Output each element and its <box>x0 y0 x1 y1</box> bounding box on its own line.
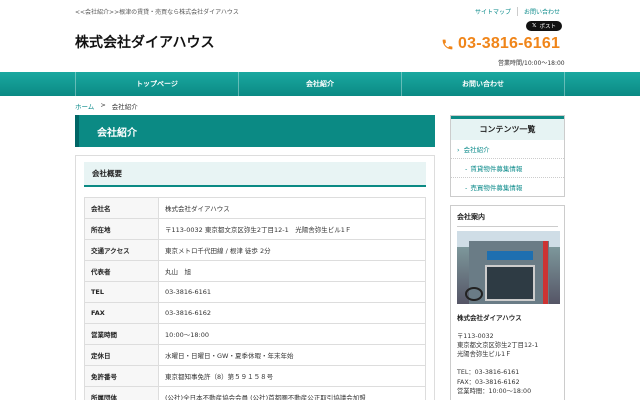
business-hours: 営業時間/10:00〜18:00 <box>498 60 565 67</box>
info-line: 〒113-0032 <box>457 333 494 340</box>
company-guide-title: 会社案内 <box>457 212 558 227</box>
table-row: 会社名 株式会社ダイアハウス <box>84 197 426 219</box>
storefront-photo <box>457 231 560 304</box>
row-label: 免許番号 <box>84 365 159 387</box>
table-row: 所属団体 (公社)全日本不動産協会会員 (公社)首都圏不動産公正取引協議会加盟 <box>84 386 426 400</box>
row-value: 10:00〜18:00 <box>158 323 426 345</box>
table-row: 定休日 水曜日・日曜日・GW・夏季休暇・年末年始 <box>84 344 426 366</box>
row-value: 株式会社ダイアハウス <box>158 197 426 219</box>
row-value: (公社)全日本不動産協会会員 (公社)首都圏不動産公正取引協議会加盟 <box>158 386 426 400</box>
row-label: 定休日 <box>84 344 159 366</box>
side-company-info: 〒113-0032 東京都文京区弥生2丁目12-1 光陽舎弥生ビル1Ｆ TEL：03-… <box>457 332 558 396</box>
row-label: 交通アクセス <box>84 239 159 261</box>
global-nav: トップページ 会社紹介 お問い合わせ <box>0 72 640 96</box>
main-content: 会社紹介 会社概要 会社名 株式会社ダイアハウス 所在地 〒113-0032 東京都文… <box>75 115 435 400</box>
sidebar: コンテンツ一覧 会社紹介 賃貸物件募集情報 売買物件募集情報 会社案内 株式会社… <box>450 115 565 400</box>
row-label: 会社名 <box>84 197 159 219</box>
section-title: 会社概要 <box>84 162 426 187</box>
info-line: 東京都文京区弥生2丁目12-1 <box>457 342 539 350</box>
table-row: 営業時間 10:00〜18:00 <box>84 323 426 345</box>
row-value: 03-3816-6162 <box>158 302 426 324</box>
info-line: TEL：03-3816-6161 <box>457 369 520 377</box>
sitemap-link[interactable]: サイトマップ <box>475 7 517 16</box>
row-value: 東京メトロ千代田線 / 根津 徒歩 2分 <box>158 239 426 261</box>
row-value: 〒113-0032 東京都文京区弥生2丁目12-1 光陽舎弥生ビル1Ｆ <box>158 218 426 240</box>
phone-number[interactable]: 03-3816-6161 <box>458 35 560 53</box>
x-post-label: ポスト <box>539 24 556 30</box>
side-link-rental[interactable]: 賃貸物件募集情報 <box>451 159 564 178</box>
contents-box: コンテンツ一覧 会社紹介 賃貸物件募集情報 売買物件募集情報 <box>450 115 565 197</box>
row-value: 水曜日・日曜日・GW・夏季休暇・年末年始 <box>158 344 426 366</box>
nav-top-page[interactable]: トップページ <box>75 72 239 96</box>
table-row: TEL 03-3816-6161 <box>84 281 426 303</box>
info-line <box>457 359 558 368</box>
top-links: サイトマップ お問い合わせ <box>475 7 566 16</box>
table-row: 免許番号 東京都知事免許（8）第５９１５８号 <box>84 365 426 387</box>
phone-icon <box>442 39 453 49</box>
table-row: 所在地 〒113-0032 東京都文京区弥生2丁目12-1 光陽舎弥生ビル1Ｆ <box>84 218 426 240</box>
table-row: 交通アクセス 東京メトロ千代田線 / 根津 徒歩 2分 <box>84 239 426 261</box>
company-guide-box: 会社案内 株式会社ダイアハウス 〒113-0032 東京都文京区弥生2丁目12-1… <box>450 205 565 400</box>
row-label: 代表者 <box>84 260 159 282</box>
tagline: <<会社紹介>>根津の賃貸・売買なら株式会社ダイアハウス <box>75 9 239 16</box>
phone-block: 03-3816-6161 <box>441 35 560 53</box>
breadcrumb-home[interactable]: ホーム <box>75 101 94 111</box>
x-logo-icon: 𝕏 <box>532 23 537 29</box>
row-value: 東京都知事免許（8）第５９１５８号 <box>158 365 426 387</box>
info-line: 光陽舎弥生ビル1Ｆ <box>457 351 512 359</box>
x-post-button[interactable]: 𝕏 ポスト <box>526 21 562 31</box>
breadcrumb-separator: > <box>100 101 106 109</box>
row-label: FAX <box>84 302 159 324</box>
nav-contact[interactable]: お問い合わせ <box>402 72 565 96</box>
row-label: 所在地 <box>84 218 159 240</box>
breadcrumb-current: 会社紹介 <box>111 103 138 111</box>
nav-company[interactable]: 会社紹介 <box>239 72 402 96</box>
row-value: 03-3816-6161 <box>158 281 426 303</box>
site-logo[interactable]: 株式会社ダイアハウス <box>75 32 214 52</box>
info-line: 営業時間：10:00〜18:00 <box>457 387 532 395</box>
table-row: FAX 03-3816-6162 <box>84 302 426 324</box>
company-table: 会社名 株式会社ダイアハウス 所在地 〒113-0032 東京都文京区弥生2丁目12-… <box>84 197 426 400</box>
breadcrumb: ホーム > 会社紹介 <box>75 101 138 111</box>
contact-link[interactable]: お問い合わせ <box>517 7 566 16</box>
row-label: TEL <box>84 281 159 303</box>
row-label: 営業時間 <box>84 323 159 345</box>
row-label: 所属団体 <box>84 386 159 400</box>
side-company-name: 株式会社ダイアハウス <box>457 314 522 322</box>
side-link-sale[interactable]: 売買物件募集情報 <box>451 178 564 196</box>
company-overview-box: 会社概要 会社名 株式会社ダイアハウス 所在地 〒113-0032 東京都文京区弥生2… <box>75 155 435 400</box>
side-link-company[interactable]: 会社紹介 <box>451 140 564 159</box>
info-line: FAX：03-3816-6162 <box>457 378 520 386</box>
row-value: 丸山 旭 <box>158 260 426 282</box>
page-title: 会社紹介 <box>75 115 435 147</box>
table-row: 代表者 丸山 旭 <box>84 260 426 282</box>
contents-title: コンテンツ一覧 <box>451 116 564 140</box>
